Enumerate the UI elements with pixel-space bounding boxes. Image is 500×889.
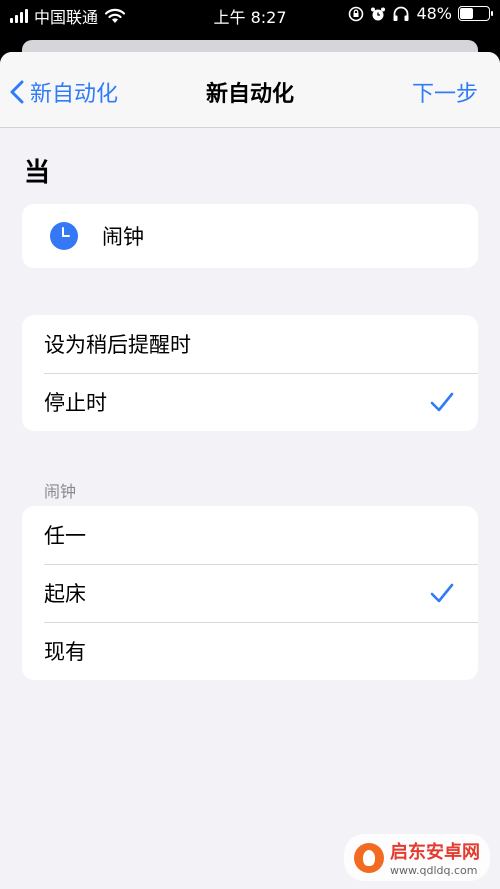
trigger-card: 闹钟 xyxy=(22,204,478,268)
battery-icon xyxy=(458,6,493,21)
option-label: 设为稍后提醒时 xyxy=(44,333,191,357)
alarm-option-existing[interactable]: 现有 xyxy=(22,622,478,680)
watermark-title: 启东安卓网 xyxy=(390,842,480,863)
alarm-options-list: 任一 起床 现有 xyxy=(22,506,478,680)
rotation-lock-icon xyxy=(349,6,364,21)
alarm-option-label: 任一 xyxy=(44,524,86,548)
next-button[interactable]: 下一步 xyxy=(412,76,478,108)
checkmark-icon xyxy=(430,392,454,412)
checkmark-icon xyxy=(430,583,454,603)
status-right: 48% xyxy=(348,4,493,23)
watermark-logo-icon xyxy=(354,842,384,873)
status-bar: 中国联通 上午 8:27 48% xyxy=(0,0,500,30)
new-automation-sheet: 新自动化 新自动化 下一步 当 闹钟 设为稍后提醒时 停止时 闹钟 任一 起床 xyxy=(0,52,500,889)
alarm-clock-icon xyxy=(371,7,386,20)
alarm-option-label: 现有 xyxy=(44,640,86,664)
option-label: 停止时 xyxy=(44,391,107,415)
watermark-text: 启东安卓网 www.qdldq.com xyxy=(390,838,480,877)
trigger-row[interactable]: 闹钟 xyxy=(22,204,478,268)
watermark: 启东安卓网 www.qdldq.com xyxy=(344,834,490,881)
navigation-bar: 新自动化 新自动化 下一步 xyxy=(0,52,500,128)
alarm-option-label: 起床 xyxy=(44,582,86,606)
headphones-icon xyxy=(393,6,409,21)
alarm-group-label: 闹钟 xyxy=(44,482,77,501)
alarm-option-any[interactable]: 任一 xyxy=(22,506,478,564)
alarm-option-wakeup[interactable]: 起床 xyxy=(22,564,478,622)
option-snooze[interactable]: 设为稍后提醒时 xyxy=(22,315,478,373)
clock-icon xyxy=(50,222,78,250)
event-options-list: 设为稍后提醒时 停止时 xyxy=(22,315,478,431)
battery-fill xyxy=(460,8,473,19)
watermark-url: www.qdldq.com xyxy=(390,864,478,877)
option-stopped[interactable]: 停止时 xyxy=(22,373,478,431)
trigger-label: 闹钟 xyxy=(102,225,144,249)
section-title: 当 xyxy=(24,158,51,188)
battery-percent: 48% xyxy=(416,4,452,23)
